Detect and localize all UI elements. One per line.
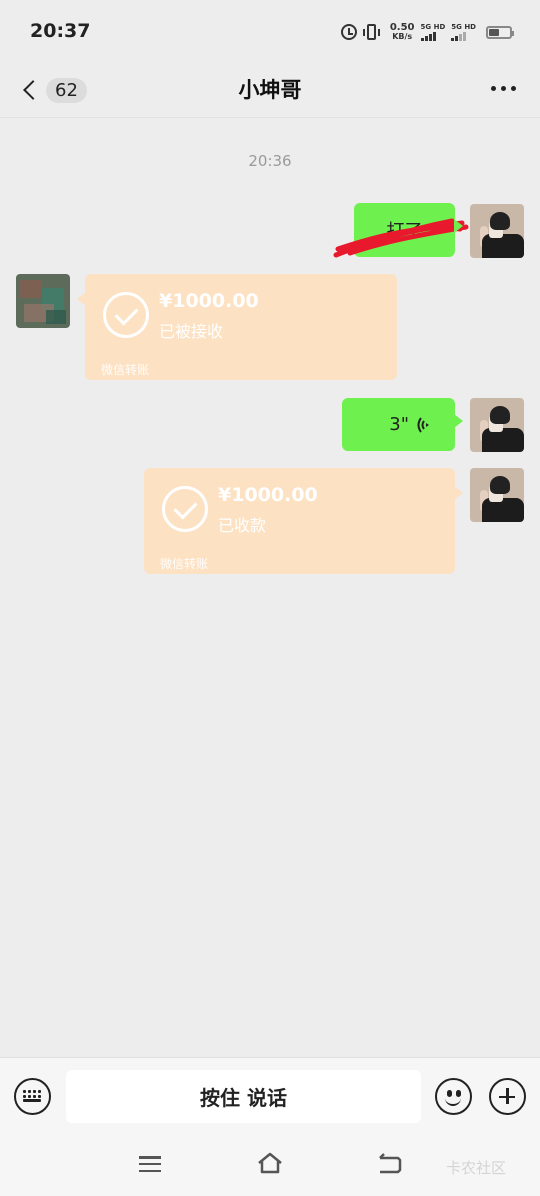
transfer-amount: ¥1000.00 bbox=[218, 484, 318, 506]
message-timestamp: 20:36 bbox=[248, 152, 292, 170]
sim2-label: 5G HD bbox=[451, 23, 476, 31]
more-dot-icon bbox=[501, 86, 506, 91]
battery-icon bbox=[486, 25, 514, 39]
transfer-amount: ¥1000.00 bbox=[159, 290, 259, 312]
transfer-card-collected[interactable]: ¥1000.00 已收款 微信转账 bbox=[144, 468, 463, 574]
my-avatar[interactable] bbox=[470, 398, 524, 452]
home-icon[interactable] bbox=[256, 1151, 284, 1175]
network-speed-value: 0.50 bbox=[389, 22, 415, 33]
chat-header: 62 小坤哥 bbox=[0, 62, 540, 118]
more-dot-icon bbox=[511, 86, 516, 91]
more-dot-icon bbox=[491, 86, 496, 91]
smiley-icon bbox=[447, 1090, 452, 1097]
emoji-button[interactable] bbox=[435, 1078, 472, 1115]
my-avatar[interactable] bbox=[470, 204, 524, 258]
sim1-signal-icon: 5G HD bbox=[420, 23, 446, 41]
vibrate-icon bbox=[362, 24, 380, 40]
my-avatar[interactable] bbox=[470, 468, 524, 522]
text-message-bubble[interactable]: 打了 bbox=[333, 203, 469, 258]
sim1-label: 5G HD bbox=[420, 23, 446, 31]
transfer-footer: 微信转账 bbox=[160, 557, 209, 571]
network-speed-unit: KB/s bbox=[392, 32, 413, 41]
hold-to-talk-button[interactable]: 按住 说话 bbox=[66, 1070, 421, 1123]
sim2-signal-icon: 5G HD bbox=[451, 23, 476, 41]
chat-title: 小坤哥 bbox=[238, 78, 302, 102]
network-speed: 0.50 KB/s bbox=[389, 22, 415, 42]
contact-avatar[interactable] bbox=[16, 274, 70, 328]
transfer-card-received[interactable]: ¥1000.00 已被接收 微信转账 bbox=[77, 274, 397, 380]
transfer-status: 已收款 bbox=[218, 516, 267, 535]
voice-wave-icon bbox=[417, 416, 429, 433]
check-circle-icon bbox=[162, 486, 208, 532]
more-options-button[interactable] bbox=[491, 86, 516, 91]
transfer-status: 已被接收 bbox=[159, 322, 224, 341]
back-nav-icon[interactable] bbox=[376, 1151, 404, 1177]
status-time: 20:37 bbox=[30, 20, 91, 42]
system-navigation-bar: 卡农社区 bbox=[0, 1137, 540, 1196]
status-bar: 20:37 0.50 KB/s 5G HD 5G HD bbox=[0, 0, 540, 62]
voice-message-bubble[interactable]: 3" bbox=[342, 398, 463, 451]
recent-apps-menu-icon[interactable] bbox=[139, 1156, 161, 1172]
transfer-footer: 微信转账 bbox=[101, 363, 150, 377]
watermark: 卡农社区 bbox=[446, 1159, 507, 1177]
redaction-scribble bbox=[333, 218, 469, 258]
voice-duration: 3" bbox=[389, 414, 409, 435]
status-icons: 0.50 KB/s 5G HD 5G HD bbox=[340, 20, 514, 44]
keyboard-toggle-button[interactable] bbox=[14, 1078, 51, 1115]
keyboard-icon bbox=[23, 1090, 41, 1102]
chat-input-bar: 按住 说话 bbox=[0, 1057, 540, 1137]
check-circle-icon bbox=[103, 292, 149, 338]
more-actions-plus-button[interactable] bbox=[489, 1078, 526, 1115]
alarm-icon bbox=[340, 24, 357, 40]
